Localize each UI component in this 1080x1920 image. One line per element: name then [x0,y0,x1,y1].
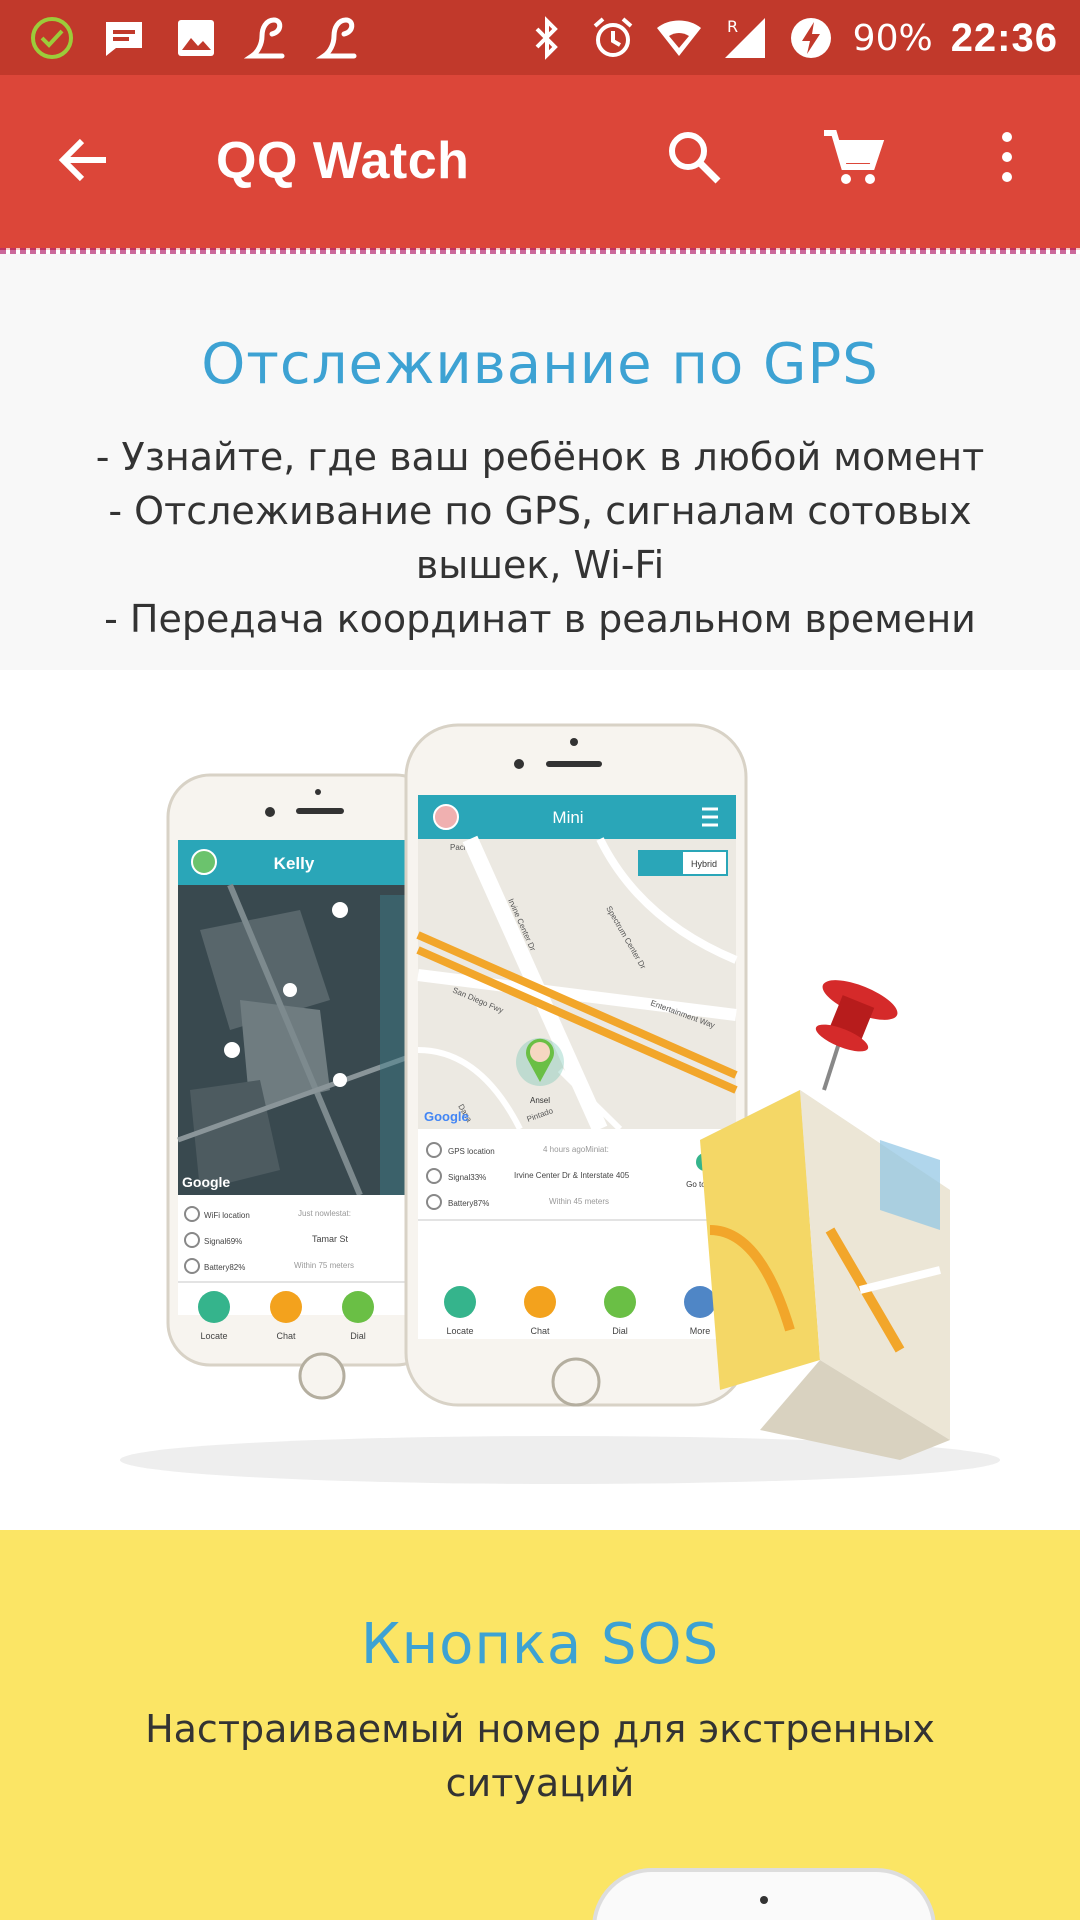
gps-description: - Узнайте, где ваш ребёнок в любой момен… [90,430,990,646]
left-row-wifi: WiFi location [204,1211,250,1220]
left-row-wifi-value: Just nowlestat: [298,1209,351,1218]
wifi-icon [656,20,701,56]
right-row-gps-value: 4 hours agoMiniat: [543,1145,609,1154]
left-row-battery: Battery82% [204,1263,245,1272]
gps-line-2: - Отслеживание по GPS, сигналам сотовых … [108,489,972,587]
right-more-button [684,1286,716,1318]
right-row-gps: GPS location [448,1147,495,1156]
right-row-signal-value: Irvine Center Dr & Interstate 405 [514,1171,630,1180]
system-icons: R 90% 22:36 [523,12,1058,64]
right-chat-label: Chat [530,1326,550,1336]
left-row-signal: Signal69% [204,1237,242,1246]
left-row-battery-value: Within 75 meters [294,1261,354,1270]
image-icon [178,20,214,56]
left-map-google-label: Google [182,1174,230,1190]
left-locate-label: Locate [200,1331,227,1341]
notification-icons [28,14,364,62]
right-map-hybrid-toggle: Hybrid [691,859,717,869]
more-vert-icon[interactable] [990,125,1024,191]
right-map-google-label: Google [424,1109,469,1124]
lp-icon [316,17,357,59]
left-dial-button [342,1291,374,1323]
gps-line-3: - Передача координат в реальном времени [104,597,976,641]
right-dial-button [604,1286,636,1318]
back-arrow-icon[interactable] [52,128,116,192]
battery-charging-icon [790,18,831,58]
right-chat-button [524,1286,556,1318]
sos-heading: Кнопка SOS [360,1612,720,1677]
left-locate-button [198,1291,230,1323]
folded-map-icon [700,1090,950,1460]
bluetooth-icon [535,16,558,60]
gps-heading: Отслеживание по GPS [201,332,879,397]
signal-icon: R [724,17,765,58]
status-bar: R 90% 22:36 [0,0,1080,75]
gps-line-1: - Узнайте, где ваш ребёнок в любой момен… [95,435,985,479]
left-chat-label: Chat [276,1331,296,1341]
clock: 22:36 [950,15,1058,60]
right-row-battery: Battery87% [448,1199,489,1208]
right-phone: Mini Pacifica Hybrid Irvine Center Dr Sa… [404,723,748,1407]
product-illustration: Kelly Google WiFi location Just nowlesta… [0,670,1080,1530]
right-map-marker-label: Ansel [530,1096,550,1105]
left-row-signal-value: Tamar St [312,1234,349,1244]
check-circle-icon [31,17,73,59]
sos-phone-image [592,1868,936,1920]
phone-camera [760,1896,768,1904]
search-icon[interactable] [662,125,728,191]
right-row-signal: Signal33% [448,1173,486,1182]
sos-section: Кнопка SOS Настраиваемый номер для экстр… [0,1530,1080,1920]
app-title: QQ Watch [216,132,470,190]
svg-text:R: R [727,17,738,36]
alarm-icon [593,17,632,57]
right-dial-label: Dial [612,1326,628,1336]
right-row-battery-value: Within 45 meters [549,1197,609,1206]
right-phone-header: Mini [552,808,583,827]
gps-section: Отслеживание по GPS - Узнайте, где ваш р… [0,254,1080,670]
message-icon [106,22,142,56]
sos-description: Настраиваемый номер для экстренных ситуа… [145,1707,935,1805]
right-locate-button [444,1286,476,1318]
battery-percent: 90% [852,17,933,59]
left-phone: Kelly Google WiFi location Just nowlesta… [166,773,440,1400]
app-bar: QQ Watch [0,75,1080,250]
left-phone-header: Kelly [274,854,315,873]
right-locate-label: Locate [446,1326,473,1336]
left-dial-label: Dial [350,1331,366,1341]
left-chat-button [270,1291,302,1323]
cart-icon[interactable] [820,125,886,191]
lp-icon [244,17,285,59]
red-pin-icon [815,980,898,1091]
phones-illustration: Kelly Google WiFi location Just nowlesta… [120,723,1000,1484]
right-more-label: More [690,1326,711,1336]
